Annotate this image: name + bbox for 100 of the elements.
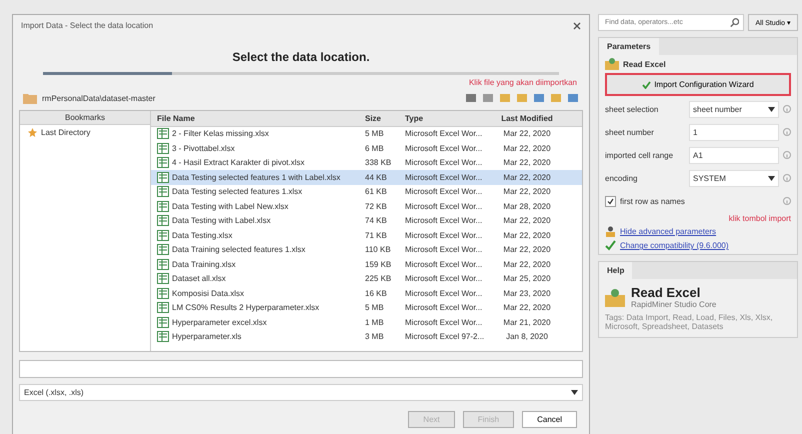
spreadsheet-icon bbox=[157, 142, 169, 154]
file-row[interactable]: Data Testing.xlsx 71 KB Microsoft Excel Wor... Mar 22, 2020 bbox=[151, 228, 582, 242]
column-header[interactable]: Last Modified bbox=[487, 114, 567, 123]
file-name: Data Testing with Label.xlsx bbox=[172, 216, 271, 226]
star-icon bbox=[28, 128, 37, 137]
parameter-link[interactable]: Hide advanced parameters bbox=[620, 227, 716, 236]
spreadsheet-icon bbox=[157, 172, 169, 183]
info-icon[interactable] bbox=[783, 174, 791, 182]
file-row[interactable]: Dataset all.xlsx 225 KB Microsoft Excel Wor... Mar 25, 2020 bbox=[151, 272, 582, 286]
spreadsheet-icon bbox=[157, 258, 169, 270]
column-header: Bookmarks bbox=[20, 111, 150, 125]
column-header[interactable]: Size bbox=[365, 114, 405, 123]
file-size: 5 MB bbox=[365, 303, 385, 312]
parameter-link[interactable]: Change compatibility (9.6.000) bbox=[620, 241, 729, 250]
file-size: 72 KB bbox=[365, 202, 388, 211]
help-subtitle: RapidMiner Studio Core bbox=[631, 300, 716, 309]
file-name: Data Testing with Label New.xlsx bbox=[172, 202, 288, 211]
help-title: Read Excel bbox=[631, 285, 702, 300]
spreadsheet-icon bbox=[157, 288, 169, 299]
file-size: 61 KB bbox=[365, 187, 388, 196]
file-size: 110 KB bbox=[365, 245, 392, 254]
file-row[interactable]: Data Testing with Label New.xlsx 72 KB Microsoft Excel Wor... Mar 28, 2020 bbox=[151, 199, 582, 214]
file-row[interactable]: Data Testing selected features 1 with Label.xlsx 44 KB Microsoft Excel Wor... Mar 22, 2020 bbox=[151, 170, 582, 184]
file-row[interactable]: 2 - Filter Kelas missing.xlsx 5 MB Microsoft Excel Wor... Mar 22, 2020 bbox=[151, 126, 582, 141]
file-name: Komposisi Data.xlsx bbox=[172, 288, 244, 298]
file-row[interactable]: 3 - Pivottabel.xlsx 6 MB Microsoft Excel Wor... Mar 22, 2020 bbox=[151, 141, 582, 156]
bookmark-item[interactable]: Last Directory bbox=[41, 128, 90, 137]
file-row[interactable]: Hyperparameter excel.xlsx 1 MB Microsoft Excel Wor... Mar 21, 2020 bbox=[151, 315, 582, 330]
file-type: Microsoft Excel Wor... bbox=[405, 260, 484, 269]
dialog-button[interactable]: Cancel bbox=[522, 411, 577, 428]
panel-tab[interactable]: Parameters bbox=[599, 38, 659, 55]
info-icon[interactable] bbox=[783, 151, 791, 159]
file-type: Microsoft Excel Wor... bbox=[405, 202, 484, 211]
path-text: rmPersonalData\dataset-master bbox=[42, 94, 156, 102]
file-name: 3 - Pivottabel.xlsx bbox=[172, 144, 235, 153]
annotation-text: Klik file yang akan diimportkan bbox=[468, 78, 577, 87]
column-header[interactable]: Type bbox=[405, 114, 487, 123]
file-type: Microsoft Excel Wor... bbox=[405, 144, 484, 153]
file-date: Mar 22, 2020 bbox=[502, 245, 552, 254]
file-size: 338 KB bbox=[365, 158, 392, 168]
file-row[interactable]: Hyperparameter.xls 3 MB Microsoft Excel 97-2... Jan 8, 2020 bbox=[151, 330, 582, 344]
spreadsheet-icon bbox=[157, 331, 169, 342]
check-icon bbox=[642, 80, 652, 88]
file-name: Data Training selected features 1.xlsx bbox=[172, 245, 306, 254]
operator-name: Read Excel bbox=[623, 60, 666, 68]
file-type: Microsoft Excel Wor... bbox=[405, 245, 484, 254]
file-name: LM CS0% Results 2 Hyperparameter.xlsx bbox=[172, 303, 320, 312]
file-name: Hyperparameter.xls bbox=[172, 332, 242, 342]
spreadsheet-icon bbox=[157, 157, 169, 168]
info-icon[interactable] bbox=[783, 105, 791, 113]
file-row[interactable]: Komposisi Data.xlsx 16 KB Microsoft Excel Wor... Mar 23, 2020 bbox=[151, 286, 582, 300]
file-date: Mar 21, 2020 bbox=[502, 318, 552, 327]
spreadsheet-icon bbox=[157, 316, 169, 328]
parameter-field[interactable]: 1 bbox=[689, 124, 779, 140]
file-size: 5 MB bbox=[365, 129, 385, 138]
file-type: Microsoft Excel Wor... bbox=[405, 187, 484, 196]
file-date: Mar 22, 2020 bbox=[502, 158, 552, 168]
file-row[interactable]: Data Testing with Label.xlsx 74 KB Microsoft Excel Wor... Mar 22, 2020 bbox=[151, 214, 582, 228]
file-row[interactable]: Data Training selected features 1.xlsx 110 KB Microsoft Excel Wor... Mar 22, 2020 bbox=[151, 242, 582, 257]
file-date: Mar 22, 2020 bbox=[502, 129, 552, 138]
spreadsheet-icon bbox=[157, 186, 169, 198]
file-row[interactable]: LM CS0% Results 2 Hyperparameter.xlsx 5 MB Microsoft Excel Wor... Mar 22, 2020 bbox=[151, 300, 582, 315]
spreadsheet-icon bbox=[157, 230, 169, 241]
file-date: Mar 25, 2020 bbox=[502, 274, 552, 284]
file-row[interactable]: Data Testing selected features 1.xlsx 61 KB Microsoft Excel Wor... Mar 22, 2020 bbox=[151, 184, 582, 199]
info-icon[interactable] bbox=[783, 128, 791, 136]
operator-icon bbox=[605, 287, 625, 307]
file-name: 2 - Filter Kelas missing.xlsx bbox=[172, 129, 269, 138]
file-date: Mar 28, 2020 bbox=[502, 202, 552, 211]
file-row[interactable]: Data Training.xlsx 159 KB Microsoft Excel Wor... Mar 22, 2020 bbox=[151, 257, 582, 272]
search-icon bbox=[730, 17, 740, 28]
file-type: Microsoft Excel Wor... bbox=[405, 129, 484, 138]
check-icon bbox=[605, 240, 616, 251]
file-type-dropdown[interactable]: Excel (.xlsx, .xls) bbox=[19, 384, 583, 401]
file-name: 4 - Hasil Extract Karakter di pivot.xlsx bbox=[172, 158, 304, 168]
info-icon[interactable] bbox=[783, 197, 791, 205]
file-row[interactable]: 4 - Hasil Extract Karakter di pivot.xlsx 338 KB Microsoft Excel Wor... Mar 22, 2020 bbox=[151, 156, 582, 170]
spreadsheet-icon bbox=[157, 302, 169, 314]
panel-tab[interactable]: Help bbox=[599, 262, 632, 279]
parameter-field[interactable]: A1 bbox=[689, 146, 779, 164]
caret-icon bbox=[768, 106, 775, 112]
spreadsheet-icon bbox=[157, 215, 169, 226]
parameter-dropdown[interactable]: sheet number bbox=[689, 100, 779, 118]
window-title: Import Data - Select the data location bbox=[21, 21, 154, 30]
file-date: Mar 23, 2020 bbox=[502, 288, 552, 298]
parameter-label: sheet number bbox=[605, 128, 655, 136]
wizard-button[interactable]: Import Configuration Wizard bbox=[605, 73, 791, 96]
file-name: Data Testing.xlsx bbox=[172, 230, 232, 240]
file-date: Mar 22, 2020 bbox=[502, 187, 552, 196]
close-button[interactable] bbox=[573, 22, 581, 30]
file-date: Mar 22, 2020 bbox=[502, 216, 552, 226]
file-name: Data Training.xlsx bbox=[172, 260, 236, 269]
parameter-dropdown[interactable]: SYSTEM bbox=[689, 170, 779, 186]
dialog-heading: Select the data location. bbox=[232, 50, 370, 64]
file-size: 44 KB bbox=[365, 172, 388, 182]
folder-icon bbox=[23, 92, 37, 104]
file-name-field[interactable] bbox=[19, 360, 583, 378]
file-size: 159 KB bbox=[365, 260, 392, 269]
column-header[interactable]: File Name bbox=[151, 114, 365, 123]
checkbox[interactable] bbox=[605, 196, 616, 206]
